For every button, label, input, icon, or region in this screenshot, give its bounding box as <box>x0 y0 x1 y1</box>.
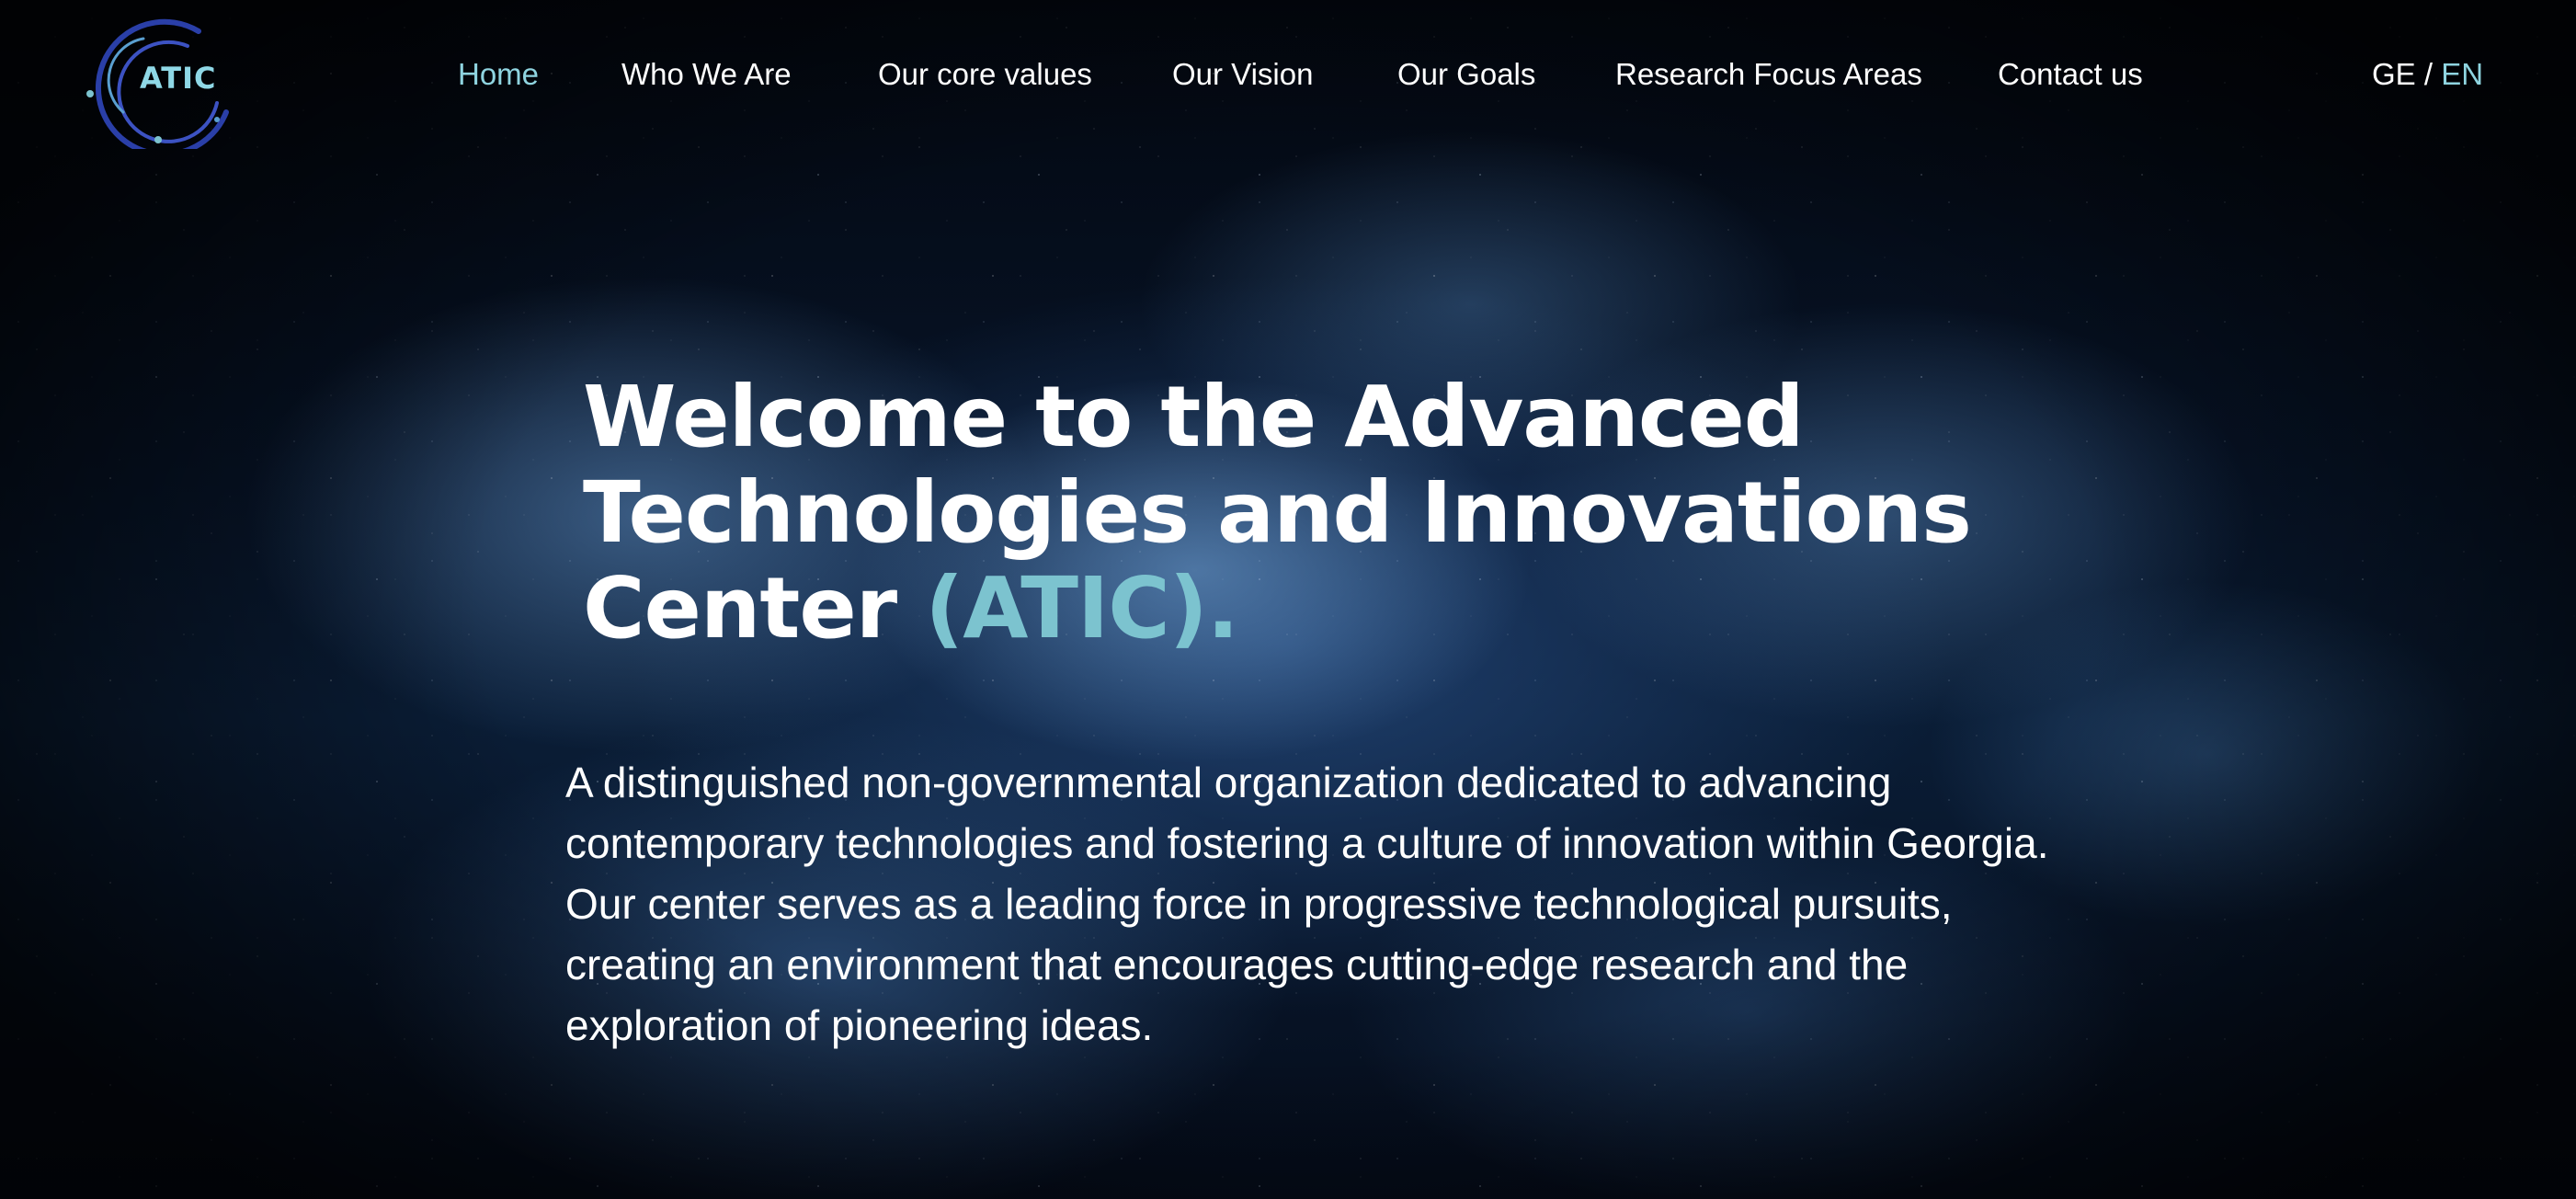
language-switcher: GE / EN <box>2372 57 2483 92</box>
language-separator: / <box>2415 57 2442 91</box>
hero-description: A distinguished non-governmental organiz… <box>565 759 2049 1049</box>
nav-item-our-core-values[interactable]: Our core values <box>878 57 1092 92</box>
nav-item-our-vision[interactable]: Our Vision <box>1172 57 1313 92</box>
hero-title-main: Welcome to the Advanced Technologies and… <box>583 368 1972 657</box>
page: ATIC Home Who We Are Our core values Our… <box>0 0 2576 1199</box>
nav-item-research-focus-areas[interactable]: Research Focus Areas <box>1615 57 1922 92</box>
hero-title-accent: (ATIC). <box>925 559 1239 657</box>
site-header: ATIC Home Who We Are Our core values Our… <box>0 0 2576 157</box>
language-ge-link[interactable]: GE <box>2372 57 2416 91</box>
site-logo[interactable]: ATIC <box>79 11 245 157</box>
nav-item-contact-us[interactable]: Contact us <box>1998 57 2143 92</box>
hero-title: Welcome to the Advanced Technologies and… <box>583 370 2017 657</box>
nav-item-who-we-are[interactable]: Who We Are <box>621 57 792 92</box>
language-en-link[interactable]: EN <box>2441 57 2483 91</box>
logo-text: ATIC <box>140 61 217 96</box>
nav-item-home[interactable]: Home <box>458 57 539 92</box>
nav-item-our-goals[interactable]: Our Goals <box>1397 57 1535 92</box>
